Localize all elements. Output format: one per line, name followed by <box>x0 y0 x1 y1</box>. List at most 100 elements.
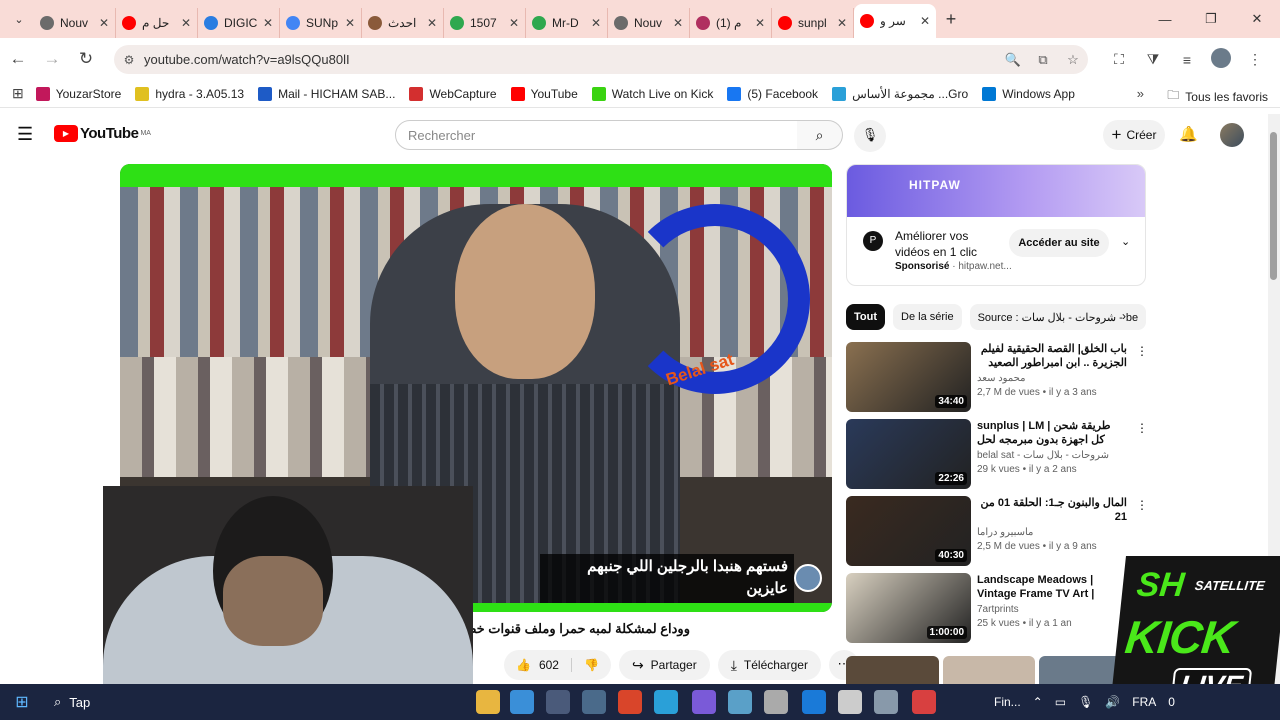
language-indicator[interactable]: FRA <box>1132 695 1156 709</box>
browser-tab[interactable]: حل م ✕ <box>116 8 198 38</box>
search-icon[interactable]: ⌕ <box>797 120 843 150</box>
rec-more-icon[interactable]: ⋮ <box>1136 498 1148 512</box>
recommended-video[interactable]: 40:30 المال والبنون جـ1: الحلقة 01 من 21… <box>846 496 1148 568</box>
rec-channel[interactable]: 7artprints <box>977 604 1127 615</box>
edge-icon[interactable] <box>802 690 826 714</box>
forward-icon[interactable]: → <box>36 43 68 75</box>
windows-start-icon[interactable]: ⊞ <box>0 692 44 712</box>
close-tab-icon[interactable]: ✕ <box>591 16 601 30</box>
taskbar-search[interactable]: ⌕ Tap <box>44 694 104 710</box>
mic-tray-icon[interactable]: 🎙 <box>1078 695 1093 709</box>
volume-icon[interactable]: 🔊 <box>1105 695 1120 709</box>
ad-cta-button[interactable]: Accéder au site <box>1009 229 1109 257</box>
search-input[interactable]: Rechercher <box>395 120 798 150</box>
folder-icon[interactable] <box>476 690 500 714</box>
bookmark-item[interactable]: Windows App <box>982 86 1075 101</box>
apps-grid-icon[interactable]: ⊞ <box>12 85 24 102</box>
browser-tab[interactable]: SUNp ✕ <box>280 8 362 38</box>
bookmark-star-icon[interactable]: ☆ <box>1058 52 1088 68</box>
chrome-icon[interactable] <box>618 690 642 714</box>
dev-icon[interactable] <box>692 690 716 714</box>
bookmarks-overflow-icon[interactable]: » <box>1137 86 1144 101</box>
rec-thumbnail[interactable]: 34:40 <box>846 342 971 412</box>
create-button[interactable]: + Créer <box>1103 120 1165 150</box>
browser-tab[interactable]: sunpl ✕ <box>772 8 854 38</box>
close-window-icon[interactable]: ✕ <box>1234 0 1280 38</box>
app-icon[interactable] <box>874 690 898 714</box>
bookmark-item[interactable]: YouTube <box>510 86 578 101</box>
reload-icon[interactable]: ↻ <box>70 43 102 75</box>
app-icon[interactable] <box>764 690 788 714</box>
browser-tab[interactable]: Mr-D ✕ <box>526 8 608 38</box>
back-icon[interactable]: ← <box>2 43 34 75</box>
restore-icon[interactable]: ❐ <box>1188 0 1234 38</box>
install-app-icon[interactable]: ⧉ <box>1028 52 1058 68</box>
url-text[interactable]: youtube.com/watch?v=a9lsQQu80lI <box>144 52 998 67</box>
scrollbar-thumb[interactable] <box>1270 132 1277 280</box>
chevron-down-icon[interactable]: ⌄ <box>1121 235 1130 248</box>
close-tab-icon[interactable]: ✕ <box>427 16 437 30</box>
rec-thumbnail[interactable]: 1:00:00 <box>846 573 971 643</box>
calculator-icon[interactable] <box>546 690 570 714</box>
bookmark-item[interactable]: Mail - HICHAM SAB... <box>258 86 395 101</box>
address-bar[interactable]: ⚙ youtube.com/watch?v=a9lsQQu80lI 🔍 ⧉ ☆ <box>114 45 1088 74</box>
close-tab-icon[interactable]: ✕ <box>99 16 109 30</box>
browser-menu-icon[interactable]: ⋮ <box>1238 51 1272 68</box>
network-icon[interactable]: ▭ <box>1055 695 1066 709</box>
extensions-icon[interactable]: ⧩ <box>1136 51 1170 68</box>
ad-banner[interactable]: HITPAW <box>847 165 1145 217</box>
download-button[interactable]: ⤓ Télécharger <box>717 650 821 680</box>
profile-avatar[interactable] <box>1204 48 1238 71</box>
menu-icon[interactable]: ☰ <box>17 124 33 145</box>
chevron-up-icon[interactable]: ⌃ <box>1033 695 1043 709</box>
close-tab-icon[interactable]: ✕ <box>263 16 273 30</box>
app-icon[interactable] <box>728 690 752 714</box>
bookmark-item[interactable]: (5) Facebook <box>727 86 818 101</box>
site-info-icon[interactable]: ⚙ <box>114 53 144 67</box>
close-tab-icon[interactable]: ✕ <box>673 16 683 30</box>
weather-widget[interactable]: Fin... <box>994 695 1021 709</box>
filter-chip[interactable]: De la série <box>893 304 962 330</box>
youtube-logo[interactable]: ▶ YouTube MA <box>54 125 151 142</box>
chevron-right-icon[interactable]: › <box>1122 309 1126 323</box>
rec-title[interactable]: sunplus | LM | طريقة شحن كل اجهزة بدون م… <box>977 419 1127 447</box>
browser-tab[interactable]: سر و ✕ <box>854 4 936 38</box>
ad-title[interactable]: Améliorer vos vidéos en 1 clic <box>895 228 1005 260</box>
browser-tab[interactable]: 1507 ✕ <box>444 8 526 38</box>
settings-icon[interactable] <box>838 690 862 714</box>
close-tab-icon[interactable]: ✕ <box>181 16 191 30</box>
bookmark-item[interactable]: hydra - 3.A05.13 <box>135 86 244 101</box>
like-button[interactable]: 👍 602 <box>504 658 572 672</box>
notifications-bell-icon[interactable]: 🔔 <box>1179 125 1198 143</box>
zoom-icon[interactable]: 🔍 <box>998 52 1028 68</box>
filter-chip[interactable]: Source : شروحات - بلال سات - be <box>969 304 1146 330</box>
rec-title[interactable]: Landscape Meadows | Vintage Frame TV Art… <box>977 573 1127 601</box>
news-icon[interactable] <box>912 690 936 714</box>
account-avatar[interactable] <box>1220 123 1244 147</box>
screenshot-icon[interactable]: ⛶ <box>1102 51 1136 68</box>
recommended-video[interactable]: 22:26 sunplus | LM | طريقة شحن كل اجهزة … <box>846 419 1148 491</box>
share-button[interactable]: ↪ Partager <box>618 650 710 680</box>
clock[interactable]: 0 <box>1168 695 1175 709</box>
browser-tab[interactable]: احدث ✕ <box>362 8 444 38</box>
browser-tab[interactable]: (1) م ✕ <box>690 8 772 38</box>
bookmark-item[interactable]: Watch Live on Kick <box>591 86 713 101</box>
all-favorites-folder[interactable]: 🗀 Tous les favoris <box>1167 86 1268 107</box>
rec-channel[interactable]: ماسبيرو دراما <box>977 527 1127 538</box>
close-tab-icon[interactable]: ✕ <box>837 16 847 30</box>
rec-more-icon[interactable]: ⋮ <box>1136 421 1148 435</box>
bookmark-item[interactable]: YouzarStore <box>35 86 121 101</box>
browser-tab[interactable]: Nouv ✕ <box>34 8 116 38</box>
browser-tab[interactable]: DIGIC ✕ <box>198 8 280 38</box>
rec-title[interactable]: المال والبنون جـ1: الحلقة 01 من 21 <box>977 496 1127 524</box>
rec-thumbnail[interactable]: 40:30 <box>846 496 971 566</box>
browser-tab[interactable]: Nouv ✕ <box>608 8 690 38</box>
filter-chip[interactable]: Tout <box>846 304 886 330</box>
microphone-icon[interactable]: 🎙 <box>854 120 886 152</box>
rec-thumbnail[interactable]: 22:26 <box>846 419 971 489</box>
bookmark-item[interactable]: مجموعة الأساس ...Gro <box>832 86 968 101</box>
browser-icon[interactable] <box>510 690 534 714</box>
rec-thumbnail[interactable] <box>846 656 939 686</box>
telegram-icon[interactable] <box>654 690 678 714</box>
close-tab-icon[interactable]: ✕ <box>920 14 930 28</box>
